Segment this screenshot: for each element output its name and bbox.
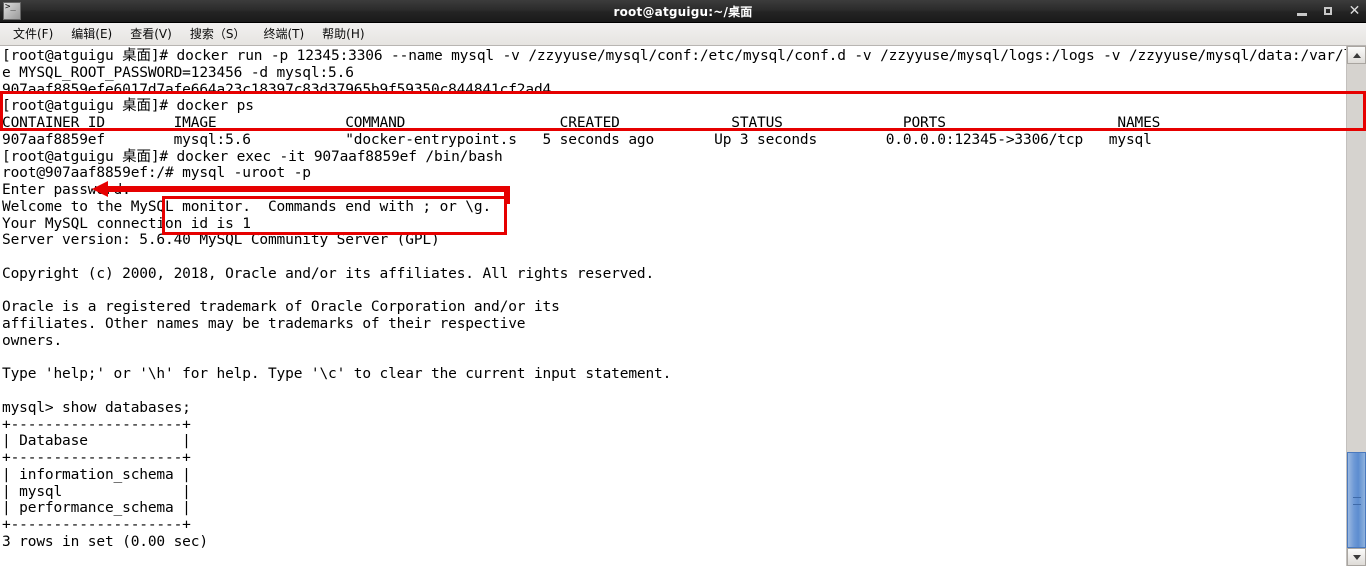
window-controls: ✕ bbox=[1295, 0, 1362, 23]
title-bar: root@atguigu:~/桌面 ✕ bbox=[0, 0, 1366, 23]
menu-edit[interactable]: 编辑(E) bbox=[62, 23, 121, 45]
terminal-line: +--------------------+ bbox=[2, 416, 191, 433]
terminal-line: affiliates. Other names may be trademark… bbox=[2, 316, 526, 332]
terminal-output-area[interactable]: [root@atguigu 桌面]# docker run -p 12345:3… bbox=[0, 46, 1366, 566]
scroll-down-button[interactable] bbox=[1347, 548, 1366, 566]
terminal-line: [root@atguigu 桌面]# docker exec -it 907aa… bbox=[2, 148, 503, 165]
terminal-line: | information_schema | bbox=[2, 466, 191, 483]
menu-search[interactable]: 搜索（S） bbox=[181, 23, 255, 45]
maximize-button[interactable] bbox=[1321, 4, 1336, 19]
terminal-line: Your MySQL connection id is 1 bbox=[2, 215, 251, 232]
close-icon[interactable]: ✕ bbox=[1347, 4, 1362, 19]
terminal-line: owners. bbox=[2, 332, 63, 349]
menu-bar: 文件(F) 编辑(E) 查看(V) 搜索（S） 终端(T) 帮助(H) bbox=[0, 23, 1366, 46]
terminal-line: 907aaf8859efe6017d7afe664a23c18397c83d37… bbox=[2, 81, 552, 98]
terminal-line: | Database | bbox=[2, 433, 191, 450]
terminal-text: [root@atguigu 桌面]# docker run -p 12345:3… bbox=[2, 48, 1366, 566]
terminal-line: Type 'help;' or '\h' for help. Type '\c'… bbox=[2, 366, 672, 383]
terminal-icon bbox=[3, 2, 21, 20]
terminal-line: Oracle is a registered trademark of Orac… bbox=[2, 299, 560, 316]
terminal-line: Copyright (c) 2000, 2018, Oracle and/or … bbox=[2, 265, 655, 282]
window-title: root@atguigu:~/桌面 bbox=[613, 4, 753, 19]
terminal-line: +--------------------+ bbox=[2, 450, 191, 466]
terminal-line: [root@atguigu 桌面]# docker run -p 12345:3… bbox=[2, 48, 1366, 64]
terminal-line: 3 rows in set (0.00 sec) bbox=[2, 533, 208, 550]
vertical-scrollbar[interactable] bbox=[1346, 46, 1366, 566]
menu-help[interactable]: 帮助(H) bbox=[313, 23, 373, 45]
terminal-line: Welcome to the MySQL monitor. Commands e… bbox=[2, 198, 492, 215]
terminal-line: | mysql | bbox=[2, 483, 191, 500]
terminal-line: mysql> show databases; bbox=[2, 399, 191, 416]
minimize-button[interactable] bbox=[1295, 4, 1310, 19]
chevron-up-icon bbox=[1352, 52, 1361, 58]
terminal-line: | performance_schema | bbox=[2, 500, 191, 517]
terminal-line: Server version: 5.6.40 MySQL Community S… bbox=[2, 232, 440, 249]
terminal-line: root@907aaf8859ef:/# mysql -uroot -p bbox=[2, 165, 311, 182]
menu-file[interactable]: 文件(F) bbox=[4, 23, 62, 45]
terminal-line: [root@atguigu 桌面]# docker ps bbox=[2, 98, 254, 115]
terminal-line: Enter password: bbox=[2, 182, 131, 198]
terminal-line: +--------------------+ bbox=[2, 517, 191, 533]
terminal-line: e MYSQL_ROOT_PASSWORD=123456 -d mysql:5.… bbox=[2, 64, 354, 81]
scroll-up-button[interactable] bbox=[1347, 46, 1366, 64]
terminal-line: 907aaf8859ef mysql:5.6 "docker-entrypoin… bbox=[2, 131, 1152, 148]
chevron-down-icon bbox=[1352, 554, 1361, 560]
menu-view[interactable]: 查看(V) bbox=[121, 23, 181, 45]
scrollbar-track[interactable] bbox=[1347, 64, 1366, 548]
terminal-window: root@atguigu:~/桌面 ✕ 文件(F) 编辑(E) 查看(V) 搜索… bbox=[0, 0, 1366, 566]
scrollbar-thumb[interactable] bbox=[1347, 452, 1366, 548]
menu-terminal[interactable]: 终端(T) bbox=[254, 23, 313, 45]
terminal-line: CONTAINER ID IMAGE COMMAND CREATED STATU… bbox=[2, 115, 1161, 131]
